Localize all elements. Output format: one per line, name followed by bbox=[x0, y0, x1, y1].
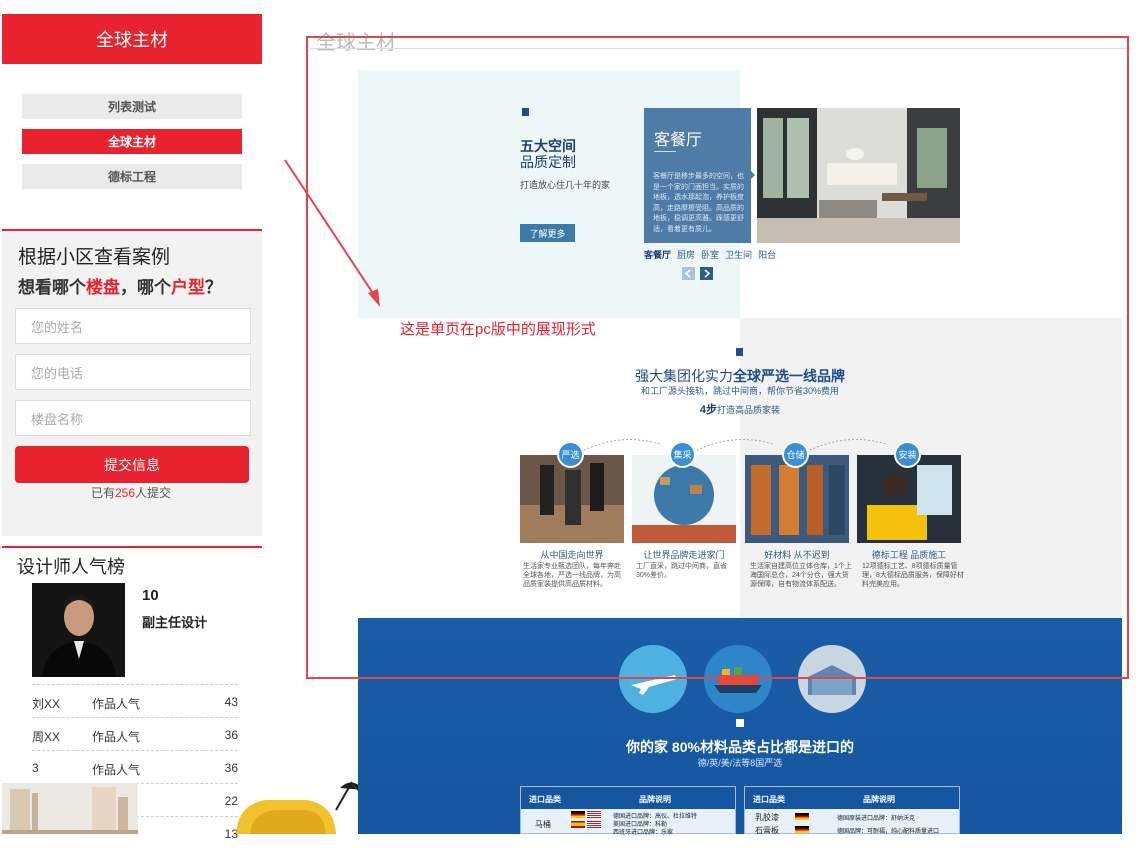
column-header: 品牌说明 bbox=[863, 795, 895, 804]
germany-flag-icon bbox=[795, 826, 809, 833]
annotation-arrow-icon bbox=[284, 159, 380, 307]
import-subheading: 德/英/美/法等8国严选 bbox=[697, 758, 783, 768]
designer-name: 刘XX bbox=[32, 697, 61, 711]
bookshelf-image bbox=[2, 783, 138, 834]
import-table-left: 进口品类 品牌说明 马桶 德国进口品牌：高仪、杜拉维特 美国进口品牌：科勒 西班牙… bbox=[520, 786, 736, 836]
column-header: 品牌说明 bbox=[639, 795, 671, 804]
germany-flag-icon bbox=[795, 813, 809, 820]
nav-item-list-test[interactable]: 列表测试 bbox=[22, 94, 242, 119]
case-form-subtitle: 想看哪个楼盘，哪个户型？ bbox=[18, 273, 222, 298]
ranking-row[interactable]: 3 作品人气 36 bbox=[32, 750, 238, 783]
brand-desc-cell: 德国原装进口品牌：舒纳沃克 bbox=[837, 816, 916, 822]
count-prefix: 已有 bbox=[90, 486, 115, 500]
count-suffix: 人提交 bbox=[135, 486, 172, 500]
ranking-row[interactable]: 刘XX 作品人气 43 bbox=[32, 684, 238, 717]
germany-flag-icon bbox=[571, 811, 585, 818]
category-cell: 乳胶漆 bbox=[755, 813, 779, 822]
ranking-row[interactable]: 周XX 作品人气 36 bbox=[32, 717, 238, 750]
designer-name: 周XX bbox=[32, 730, 61, 744]
popularity-value: 36 bbox=[224, 761, 238, 775]
table-header: 进口品类 品牌说明 bbox=[745, 787, 959, 809]
popularity-label: 作品人气 bbox=[92, 730, 141, 744]
popularity-label: 作品人气 bbox=[92, 763, 141, 777]
subtitle-text: 想看哪个 bbox=[18, 278, 86, 297]
popularity-value: 36 bbox=[224, 728, 238, 742]
nav-item-german-standard[interactable]: 德标工程 bbox=[22, 164, 242, 189]
submit-count: 已有256人提交 bbox=[0, 484, 262, 501]
popularity-label: 作品人气 bbox=[92, 697, 141, 711]
highlight-frame bbox=[306, 36, 1129, 679]
nav-item-global-materials[interactable]: 全球主材 bbox=[22, 129, 242, 154]
category-cell: 马桶 bbox=[535, 820, 551, 829]
name-input[interactable]: 您的姓名 bbox=[15, 308, 251, 344]
subtitle-text: ？ bbox=[205, 278, 222, 297]
brand-desc-cell: 西班牙进口品牌：乐家 bbox=[613, 830, 674, 836]
designer-ranking-title: 设计师人气榜 bbox=[17, 557, 125, 577]
top-designer-score: 10 bbox=[142, 587, 159, 604]
table-header: 进口品类 品牌说明 bbox=[521, 787, 735, 809]
import-heading: 你的家 80%材料品类占比都是进口的 bbox=[626, 739, 854, 755]
sidebar-title: 全球主材 bbox=[2, 14, 262, 64]
section-marker bbox=[736, 719, 744, 727]
estate-input[interactable]: 楼盘名称 bbox=[15, 400, 251, 436]
column-header: 进口品类 bbox=[753, 795, 785, 804]
designer-name: 3 bbox=[32, 761, 39, 775]
case-form-title: 根据小区查看案例 bbox=[18, 247, 171, 268]
subtitle-highlight-estate: 楼盘 bbox=[86, 278, 120, 297]
spain-flag-icon bbox=[571, 821, 585, 828]
annotation-note: 这是单页在pc版中的展现形式 bbox=[400, 321, 596, 338]
subtitle-text: ，哪个 bbox=[120, 278, 171, 297]
top-designer-role: 副主任设计 bbox=[142, 615, 208, 630]
column-header: 进口品类 bbox=[529, 795, 561, 804]
divider bbox=[2, 546, 262, 548]
count-value: 256 bbox=[114, 486, 136, 500]
subtitle-highlight-layout: 户型 bbox=[171, 278, 205, 297]
category-cell: 石膏板 bbox=[755, 826, 779, 835]
designer-avatar[interactable] bbox=[32, 583, 125, 677]
usa-flag-icon bbox=[587, 811, 601, 818]
import-table-right: 进口品类 品牌说明 乳胶漆 德国原装进口品牌：舒纳沃克 石膏板 德国品牌：可耐福，… bbox=[744, 786, 960, 835]
submit-button[interactable]: 提交信息 bbox=[15, 446, 249, 483]
usa-flag-icon bbox=[587, 821, 601, 828]
popularity-value: 43 bbox=[224, 695, 238, 709]
phone-input[interactable]: 您的电话 bbox=[15, 354, 251, 390]
